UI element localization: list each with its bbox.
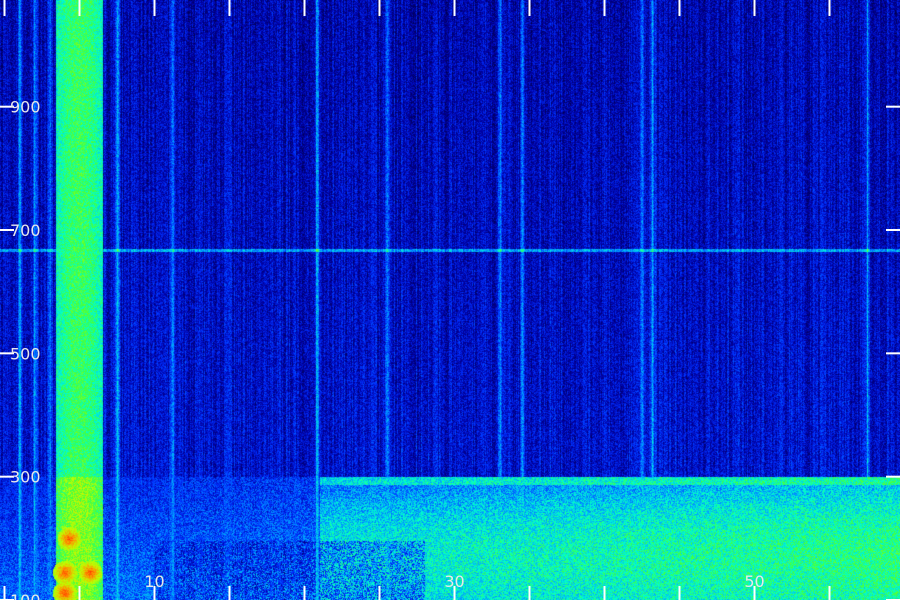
x-tick-label: 10 — [144, 572, 164, 591]
x-tick-label: 30 — [444, 572, 464, 591]
x-axis-ticks — [3, 0, 831, 600]
y-axis-ticks — [0, 105, 900, 600]
y-tick-label: 700 — [10, 221, 41, 240]
x-axis-tick-labels: 10 30 50 — [144, 572, 764, 591]
y-axis-tick-labels: 100 300 500 700 900 — [10, 98, 41, 600]
y-tick-label: 300 — [10, 468, 41, 487]
y-tick-label: 900 — [10, 98, 41, 117]
axis-overlay: 10 30 50 100 300 500 700 900 — [0, 0, 900, 600]
y-tick-label: 500 — [10, 344, 41, 363]
y-tick-label: 100 — [10, 591, 41, 600]
x-tick-label: 50 — [744, 572, 764, 591]
